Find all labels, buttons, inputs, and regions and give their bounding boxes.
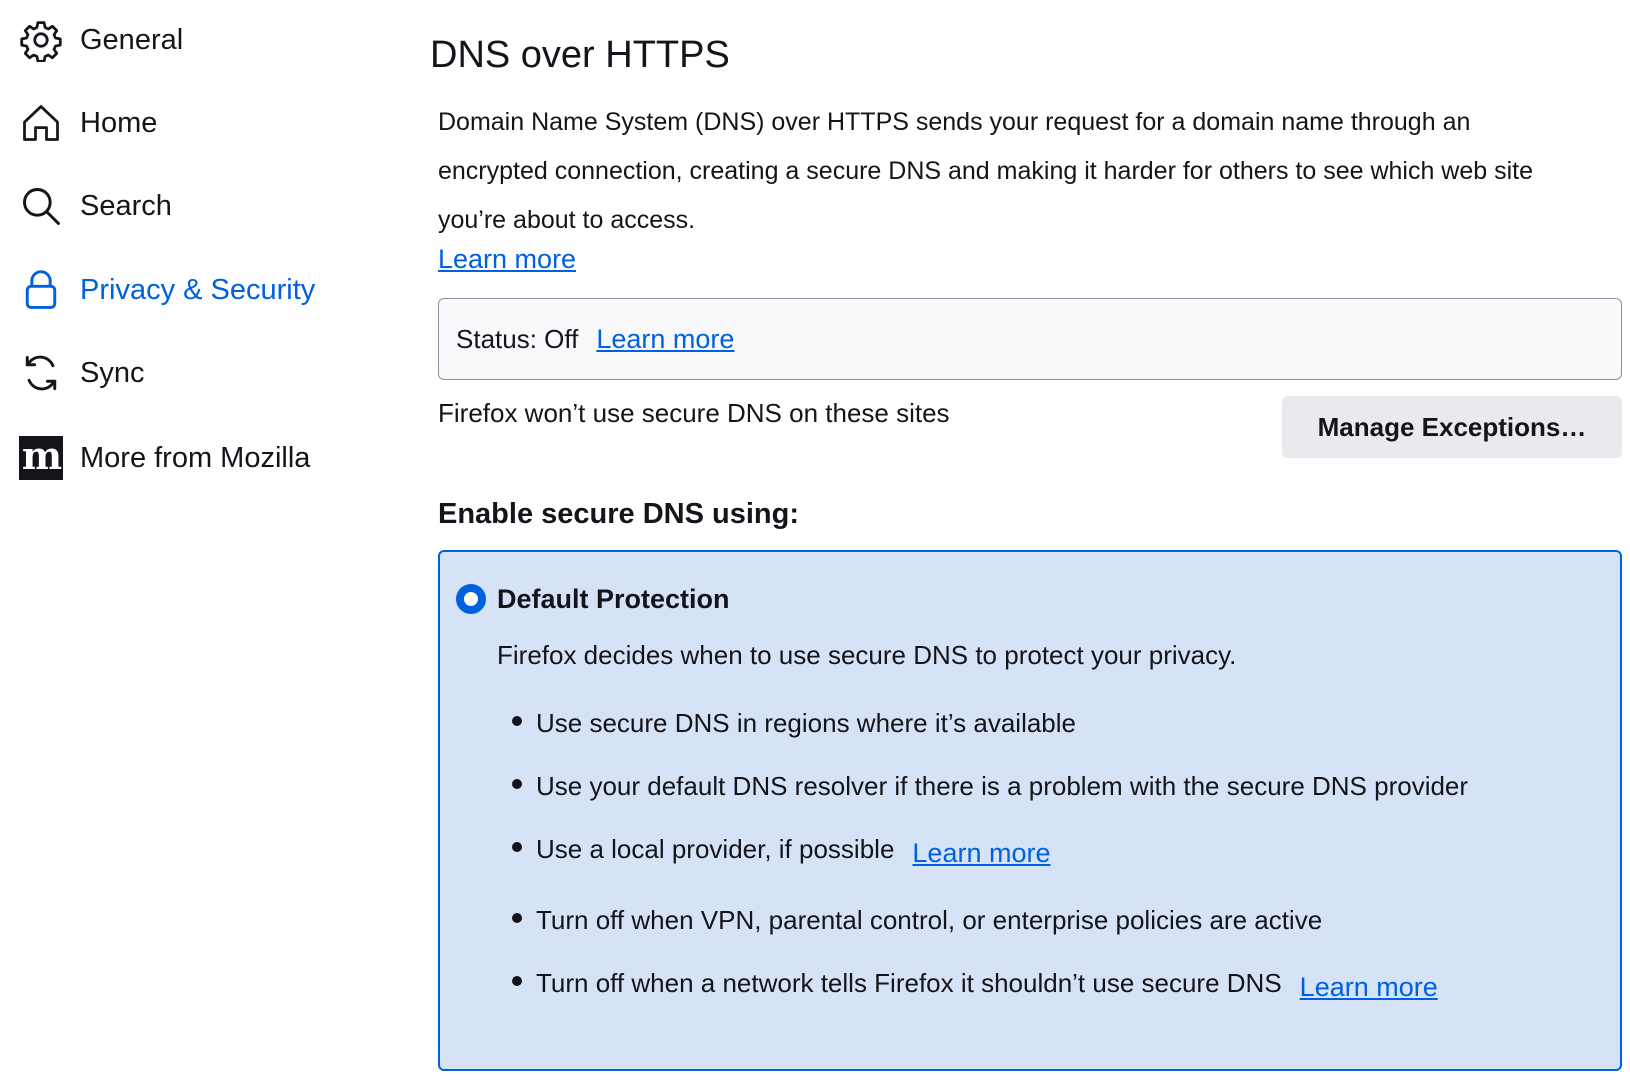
- sidebar-item-label: Sync: [80, 356, 145, 389]
- network-learn-more-link[interactable]: Learn more: [1300, 972, 1438, 1003]
- local-provider-learn-more-link[interactable]: Learn more: [912, 838, 1050, 869]
- list-item-text: Turn off when VPN, parental control, or …: [536, 905, 1323, 935]
- sidebar-item-search[interactable]: Search: [18, 178, 172, 234]
- sidebar-item-more-from-mozilla[interactable]: m More from Mozilla: [18, 430, 310, 486]
- exceptions-label: Firefox won’t use secure DNS on these si…: [438, 398, 950, 428]
- bullet-dot: [512, 913, 522, 923]
- list-item-text: Use secure DNS in regions where it’s ava…: [536, 708, 1076, 738]
- default-protection-radio[interactable]: [456, 584, 486, 614]
- lock-icon: [18, 267, 64, 313]
- preferences-page: General Home Search Privacy & Security S…: [0, 0, 1630, 1080]
- mozilla-logo-icon: m: [18, 435, 64, 481]
- page-title: DNS over HTTPS: [430, 34, 730, 76]
- sidebar-item-label: Search: [80, 189, 172, 222]
- bullet-dot: [512, 842, 522, 852]
- list-item-text: Use a local provider, if possible: [536, 834, 895, 864]
- sidebar: General Home Search Privacy & Security S…: [0, 0, 400, 1080]
- status-learn-more-link[interactable]: Learn more: [596, 324, 734, 355]
- option-description: Firefox decides when to use secure DNS t…: [497, 640, 1237, 670]
- home-icon: [18, 100, 64, 146]
- learn-more-link[interactable]: Learn more: [438, 244, 576, 275]
- sidebar-item-label: More from Mozilla: [80, 441, 311, 474]
- bullet-dot: [512, 779, 522, 789]
- list-item: Turn off when VPN, parental control, or …: [512, 905, 1322, 936]
- status-label: Status: Off: [456, 323, 579, 354]
- manage-exceptions-button[interactable]: Manage Exceptions…: [1282, 396, 1622, 458]
- option-title: Default Protection: [497, 584, 730, 614]
- list-item-text: Use your default DNS resolver if there i…: [536, 771, 1469, 801]
- sidebar-item-privacy-security[interactable]: Privacy & Security: [18, 262, 315, 318]
- list-item: Use secure DNS in regions where it’s ava…: [512, 708, 1076, 739]
- gear-icon: [18, 17, 64, 63]
- mozilla-logo: m: [19, 436, 63, 480]
- default-protection-option[interactable]: Default Protection Firefox decides when …: [438, 550, 1622, 1071]
- sync-icon: [18, 350, 64, 396]
- search-icon: [18, 183, 64, 229]
- list-item: Use your default DNS resolver if there i…: [512, 771, 1468, 802]
- sidebar-item-sync[interactable]: Sync: [18, 345, 144, 401]
- sidebar-item-label: General: [80, 23, 184, 56]
- sidebar-item-general[interactable]: General: [18, 12, 183, 68]
- section-title: Enable secure DNS using:: [438, 498, 799, 530]
- bullet-dot: [512, 976, 522, 986]
- sidebar-item-label: Home: [80, 106, 158, 139]
- list-item-text: Turn off when a network tells Firefox it…: [536, 968, 1282, 998]
- dns-description: Domain Name System (DNS) over HTTPS send…: [438, 108, 1534, 234]
- bullet-dot: [512, 716, 522, 726]
- status-box: Status: Off Learn more: [438, 298, 1622, 380]
- sidebar-item-label: Privacy & Security: [80, 273, 316, 306]
- list-item: Turn off when a network tells Firefox it…: [512, 968, 1438, 1002]
- sidebar-item-home[interactable]: Home: [18, 95, 157, 151]
- list-item: Use a local provider, if possible Learn …: [512, 834, 1050, 868]
